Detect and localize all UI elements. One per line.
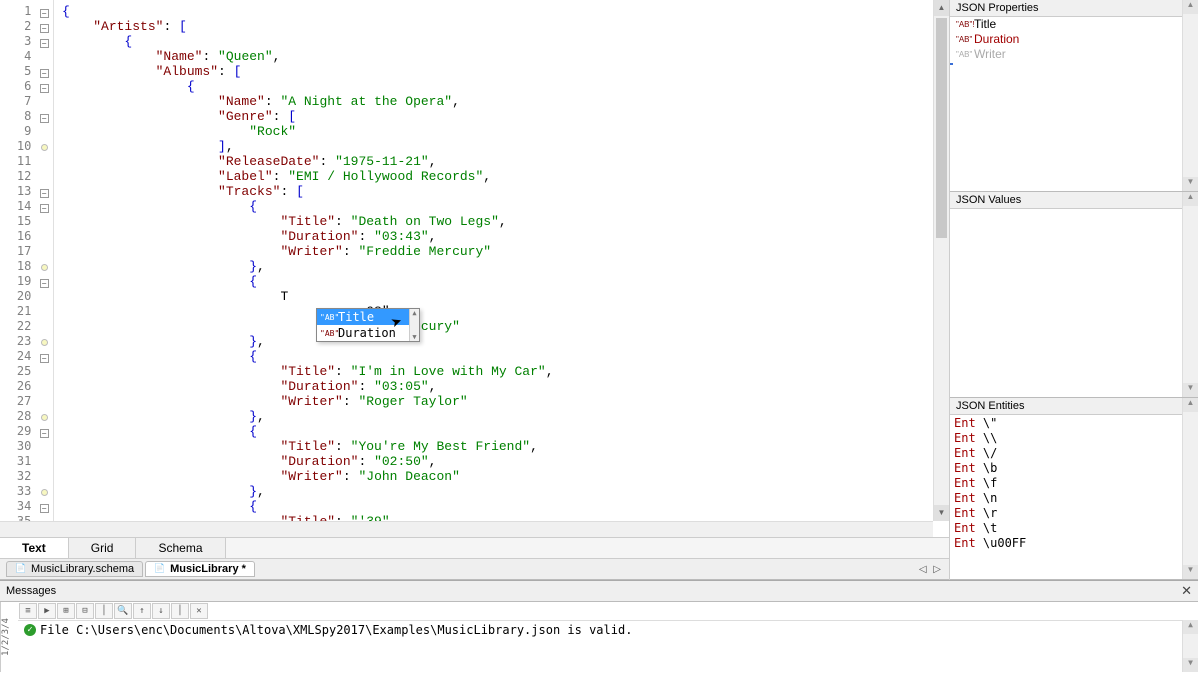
panel-scrollbar[interactable]: ▲ ▼: [1182, 0, 1198, 191]
toolbar-button[interactable]: 🔍: [114, 603, 132, 619]
tab-grid[interactable]: Grid: [69, 538, 137, 558]
entity-item[interactable]: Ent \/: [954, 446, 1194, 461]
panel-title-properties: JSON Properties: [950, 0, 1198, 17]
entity-item[interactable]: Ent \\: [954, 431, 1194, 446]
property-item[interactable]: "AB"!Title: [950, 17, 1198, 32]
toolbar-button[interactable]: ⊟: [76, 603, 94, 619]
entity-item[interactable]: Ent \f: [954, 476, 1194, 491]
message-text: File C:\Users\enc\Documents\Altova\XMLSp…: [40, 623, 632, 637]
editor-scrollbar-vertical[interactable]: ▲ ▼: [933, 0, 949, 521]
toolbar-button[interactable]: ▶: [38, 603, 56, 619]
toolbar-button[interactable]: │: [171, 603, 189, 619]
toolbar-button[interactable]: ≡: [19, 603, 37, 619]
autocomplete-scrollbar[interactable]: ▲▼: [409, 309, 419, 341]
tab-schema[interactable]: Schema: [136, 538, 225, 558]
close-icon[interactable]: ✕: [1181, 583, 1192, 599]
entity-item[interactable]: Ent \t: [954, 521, 1194, 536]
messages-scrollbar[interactable]: ▲ ▼: [1182, 620, 1198, 672]
doc-nav-prev[interactable]: ◁: [917, 564, 929, 575]
messages-title: Messages: [6, 585, 56, 597]
code-content[interactable]: { "Artists": [ { "Name": "Queen", "Album…: [54, 0, 949, 537]
properties-list[interactable]: "AB"!Title"AB"Duration"AB"Writer: [950, 17, 1198, 62]
entity-item[interactable]: Ent \r: [954, 506, 1194, 521]
doc-tab-label: MusicLibrary.schema: [31, 563, 134, 575]
property-item[interactable]: "AB"Duration: [950, 32, 1198, 47]
panel-title-entities: JSON Entities: [950, 398, 1198, 415]
property-item[interactable]: "AB"Writer: [950, 47, 1198, 62]
doc-tab-json[interactable]: 📄 MusicLibrary *: [145, 561, 255, 577]
message-line[interactable]: ✓ File C:\Users\enc\Documents\Altova\XML…: [18, 621, 1198, 639]
entity-item[interactable]: Ent \u00FF: [954, 536, 1194, 551]
toolbar-button[interactable]: ✕: [190, 603, 208, 619]
messages-page-tabs[interactable]: 1/2/3/4: [0, 602, 18, 672]
entity-item[interactable]: Ent \n: [954, 491, 1194, 506]
entities-list[interactable]: Ent \"Ent \\Ent \/Ent \bEnt \fEnt \nEnt …: [950, 415, 1198, 552]
panel-scrollbar[interactable]: ▲ ▼: [1182, 192, 1198, 397]
panel-scrollbar[interactable]: ▲ ▼: [1182, 398, 1198, 579]
toolbar-button[interactable]: │: [95, 603, 113, 619]
entity-item[interactable]: Ent \": [954, 416, 1194, 431]
values-list[interactable]: [950, 209, 1198, 397]
json-file-icon: 📄: [15, 563, 27, 575]
editor-scrollbar-horizontal[interactable]: [0, 521, 933, 537]
check-icon: ✓: [24, 624, 36, 636]
code-editor[interactable]: 1234567891011121314151617181920212223242…: [0, 0, 949, 537]
toolbar-button[interactable]: ↑: [133, 603, 151, 619]
toolbar-button[interactable]: ⊞: [57, 603, 75, 619]
messages-toolbar: ≡▶⊞⊟│🔍↑↓│✕: [18, 602, 1198, 621]
doc-tab-label: MusicLibrary *: [170, 563, 246, 575]
doc-nav-next[interactable]: ▷: [931, 564, 943, 575]
gutter: 1234567891011121314151617181920212223242…: [0, 0, 54, 537]
entity-item[interactable]: Ent \b: [954, 461, 1194, 476]
json-file-icon: 📄: [154, 563, 166, 575]
panel-title-values: JSON Values: [950, 192, 1198, 209]
insertion-indicator: [950, 63, 953, 65]
autocomplete-popup[interactable]: "AB"!Title"AB"Duration ▲▼: [316, 308, 420, 342]
tab-text[interactable]: Text: [0, 538, 69, 558]
doc-tab-schema[interactable]: 📄 MusicLibrary.schema: [6, 561, 143, 577]
toolbar-button[interactable]: ↓: [152, 603, 170, 619]
